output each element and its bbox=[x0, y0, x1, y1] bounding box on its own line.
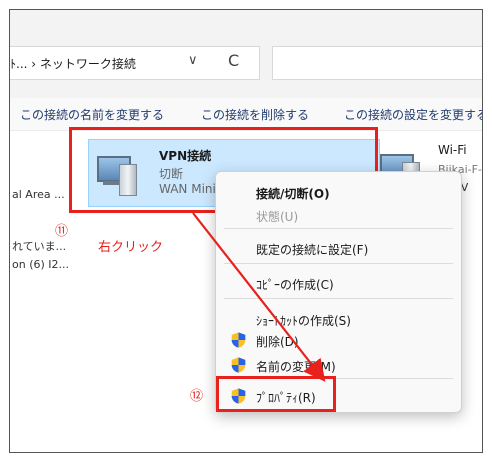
step-12-marker: ⑫ bbox=[190, 389, 204, 404]
properties-highlight-box bbox=[216, 376, 336, 412]
menu-item-set-default-label: 既定の接続に設定(F) bbox=[256, 243, 369, 257]
menu-item-set-default[interactable]: 既定の接続に設定(F) bbox=[216, 235, 461, 261]
chevron-down-icon[interactable]: ∨ bbox=[188, 53, 198, 68]
address-bar-area: ﾄ... › ネットワーク接続 ∨ C bbox=[10, 10, 482, 98]
menu-item-delete[interactable]: 削除(D) bbox=[216, 327, 461, 353]
rename-connection-button[interactable]: この接続の名前を変更する bbox=[20, 106, 164, 123]
search-input[interactable] bbox=[272, 46, 482, 80]
menu-item-connect-label: 接続/切断(O) bbox=[256, 187, 330, 201]
background-item-label[interactable]: on (6) I2... bbox=[12, 258, 69, 271]
menu-separator bbox=[224, 298, 453, 299]
menu-item-status-label: 状態(U) bbox=[256, 210, 299, 224]
background-item-label[interactable]: れていま... bbox=[12, 238, 66, 254]
background-item-label[interactable]: al Area ... bbox=[12, 188, 65, 201]
menu-separator bbox=[224, 263, 453, 264]
uac-shield-icon bbox=[231, 357, 246, 373]
menu-item-copy-label: ｺﾋﾟｰの作成(C) bbox=[256, 278, 334, 292]
breadcrumb[interactable]: ﾄ... › ネットワーク接続 bbox=[10, 55, 136, 72]
menu-item-status[interactable]: 状態(U) bbox=[216, 202, 461, 228]
delete-connection-button[interactable]: この接続を削除する bbox=[201, 106, 309, 123]
menu-separator bbox=[224, 228, 453, 229]
wifi-connection-name[interactable]: Wi-Fi bbox=[438, 143, 467, 157]
refresh-icon[interactable]: C bbox=[228, 51, 239, 70]
menu-item-rename[interactable]: 名前の変更(M) bbox=[216, 352, 461, 378]
right-click-annotation: 右クリック bbox=[98, 240, 164, 255]
menu-item-copy[interactable]: ｺﾋﾟｰの作成(C) bbox=[216, 270, 461, 296]
menu-item-rename-label: 名前の変更(M) bbox=[256, 360, 336, 374]
menu-item-delete-label: 削除(D) bbox=[256, 335, 299, 349]
step-11-marker: ⑪ bbox=[55, 224, 69, 239]
uac-shield-icon bbox=[231, 332, 246, 348]
change-settings-button[interactable]: この接続の設定を変更する bbox=[344, 106, 482, 123]
address-bar[interactable]: ﾄ... › ネットワーク接続 ∨ C bbox=[10, 46, 260, 80]
